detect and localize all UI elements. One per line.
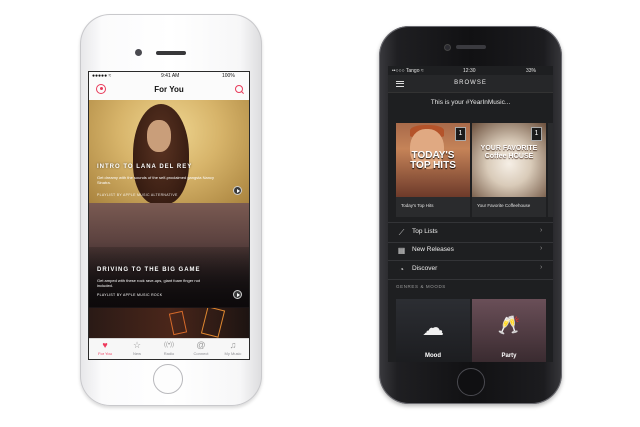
home-button[interactable] — [153, 364, 183, 394]
calendar-icon: ▦ — [397, 246, 406, 255]
page-title: For You — [154, 85, 184, 94]
playlist-card-big-game[interactable]: DRIVING TO THE BIG GAME Get amped with t… — [89, 203, 249, 308]
artist-photo — [133, 104, 189, 203]
tab-label: Connect — [193, 351, 209, 356]
playlist-tile-todays-top-hits[interactable]: TODAY'S TOP HITS 1 Today's Top Hits — [396, 123, 470, 217]
playlist-tile-partial[interactable] — [548, 123, 553, 217]
card-title: DRIVING TO THE BIG GAME — [97, 267, 201, 273]
genre-name: Party — [501, 353, 517, 359]
rank-badge: 1 — [455, 127, 466, 141]
list-item-new-releases[interactable]: ▦ New Releases › — [388, 241, 553, 261]
tile-caption: Today's Top Hits — [401, 203, 434, 208]
carrier-indicator: ••○○○ Tango ≈ — [392, 68, 424, 74]
list-item-discover[interactable]: ◔ Discover › — [388, 260, 553, 280]
chevron-right-icon: › — [540, 264, 543, 271]
earpiece-speaker — [456, 45, 486, 49]
list-item-top-lists[interactable]: ⟋ Top Lists › — [388, 222, 553, 243]
tab-label: New — [132, 351, 141, 356]
chart-icon: ⟋ — [398, 228, 405, 237]
chevron-right-icon: › — [540, 245, 543, 252]
cover-text: YOUR FAVORITE Coffee HOUSE — [480, 145, 538, 160]
card-meta: PLAYLIST BY APPLE MUSIC ALTERNATIVE — [97, 193, 178, 197]
banner-text[interactable]: This is your #YearInMusic... — [388, 99, 553, 106]
champagne-icon: 🥂 — [497, 315, 521, 335]
heart-icon: ♥ — [102, 340, 108, 350]
nav-bar: BROWSE — [388, 75, 553, 93]
crowd-photo — [89, 247, 249, 307]
at-icon: @ — [196, 340, 206, 350]
playlist-card-lana-del-rey[interactable]: INTRO TO LANA DEL REY Get dreamy with th… — [89, 100, 249, 203]
tab-for-you[interactable]: ♥ For You — [89, 339, 121, 359]
search-icon[interactable] — [235, 85, 243, 93]
tab-bar: ♥ For You ☆ New ((•)) Radio @ Connect ♫ … — [89, 338, 249, 359]
neon-sign — [200, 308, 226, 338]
card-description: Get amped with these rock rave-ups, gian… — [97, 278, 200, 288]
genre-tile-party[interactable]: 🥂 Party — [472, 299, 546, 362]
genre-name: Mood — [425, 353, 441, 359]
card-title: INTRO TO LANA DEL REY — [97, 164, 193, 170]
nav-bar: For You — [89, 80, 249, 100]
weather-icon: ☁ — [422, 315, 444, 340]
play-button[interactable] — [233, 290, 242, 299]
status-bar: ●●●●● ≈ 9:41 AM 100% — [89, 72, 249, 80]
chevron-right-icon: › — [540, 227, 543, 234]
front-camera — [444, 44, 451, 51]
rank-badge: 1 — [531, 127, 542, 141]
neon-sign — [168, 310, 188, 336]
status-time: 9:41 AM — [161, 73, 180, 79]
playlist-tile-coffeehouse[interactable]: YOUR FAVORITE Coffee HOUSE 1 Your Favori… — [472, 123, 546, 217]
spotify-screen: ••○○○ Tango ≈ 12:30 33% BROWSE This is y… — [388, 66, 553, 362]
tab-radio[interactable]: ((•)) Radio — [153, 339, 185, 359]
tile-caption: Your Favorite Coffeehouse — [477, 203, 531, 208]
play-button[interactable] — [233, 186, 242, 195]
section-heading: GENRES & MOODS — [396, 284, 446, 289]
playlist-cover: YOUR FAVORITE Coffee HOUSE 1 — [472, 123, 546, 197]
earpiece-speaker — [156, 51, 186, 55]
status-bar: ••○○○ Tango ≈ 12:30 33% — [388, 66, 553, 75]
star-icon: ☆ — [132, 340, 142, 350]
list-item-label: New Releases — [412, 246, 454, 253]
apple-music-screen: ●●●●● ≈ 9:41 AM 100% For You INTRO TO LA… — [88, 71, 250, 360]
page-title: BROWSE — [454, 80, 487, 86]
card-meta: PLAYLIST BY APPLE MUSIC ROCK — [97, 293, 163, 297]
list-item-label: Top Lists — [412, 228, 438, 235]
front-camera — [135, 49, 142, 56]
card-description: Get dreamy with the sounds of the self-p… — [97, 175, 214, 185]
tab-label: For You — [98, 351, 112, 356]
playlist-card-partial[interactable] — [89, 308, 249, 338]
tab-my-music[interactable]: ♫ My Music — [217, 339, 249, 359]
tab-connect[interactable]: @ Connect — [185, 339, 217, 359]
status-time: 12:30 — [463, 68, 476, 74]
compass-icon: ◔ — [399, 265, 404, 274]
signal-indicator: ●●●●● ≈ — [92, 73, 112, 79]
list-item-label: Discover — [412, 265, 438, 272]
tab-label: My Music — [224, 351, 242, 356]
music-icon: ♫ — [229, 340, 237, 350]
playlist-cover: TODAY'S TOP HITS 1 — [396, 123, 470, 197]
tab-new[interactable]: ☆ New — [121, 339, 153, 359]
home-button[interactable] — [457, 368, 485, 396]
radio-icon: ((•)) — [163, 342, 175, 348]
battery-level: 100% — [222, 73, 235, 79]
cover-text: TODAY'S TOP HITS — [410, 150, 456, 171]
tab-label: Radio — [163, 351, 175, 356]
battery-level: 33% — [526, 68, 537, 74]
artist-face — [147, 120, 171, 152]
genre-tile-mood[interactable]: ☁ Mood — [396, 299, 470, 362]
